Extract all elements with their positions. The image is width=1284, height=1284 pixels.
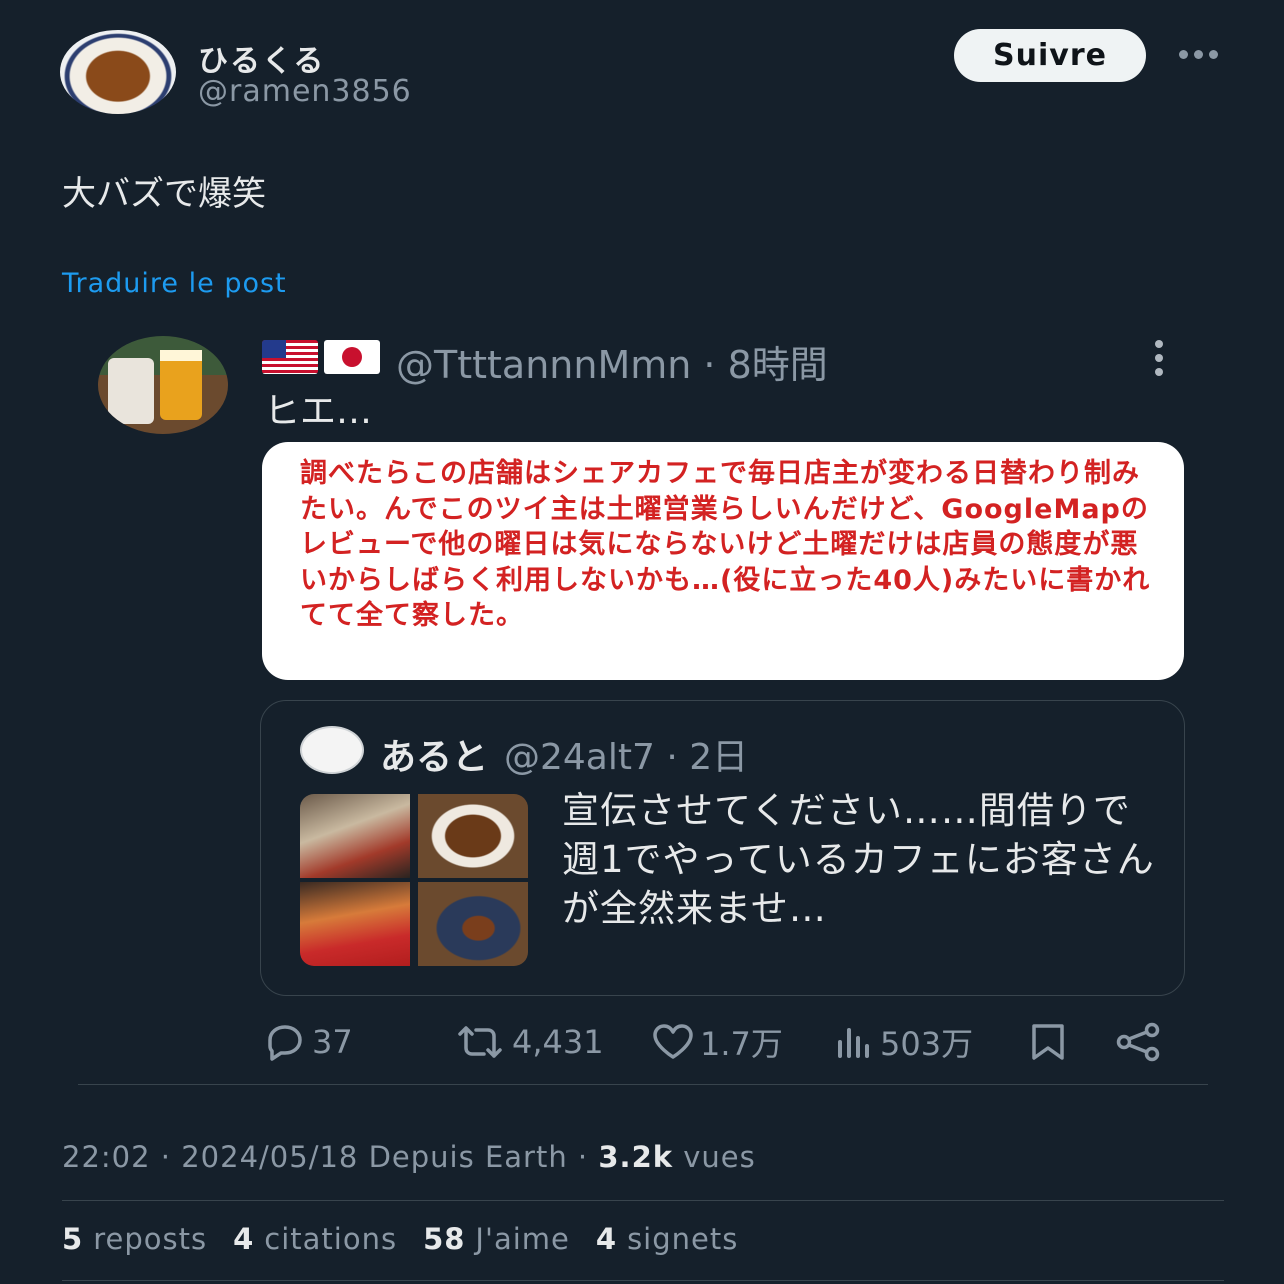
more-dot: [1193, 49, 1203, 59]
like-count: 1.7万: [700, 1025, 783, 1063]
timestamp-text: 22:02 · 2024/05/18 Depuis Earth ·: [62, 1140, 599, 1174]
divider: [62, 1200, 1224, 1201]
likes-label: J'aime: [475, 1222, 570, 1256]
embedded-handle-time: @TtttannnMmn · 8時間: [396, 343, 828, 387]
quoted-author-avatar: [300, 726, 364, 774]
media-thumbnail: [300, 882, 410, 966]
follow-button[interactable]: Suivre: [954, 29, 1146, 82]
repost-icon: [458, 1026, 502, 1058]
bookmarks-count: 4: [595, 1222, 618, 1256]
media-thumbnail: [300, 794, 410, 878]
media-thumbnail: [418, 794, 528, 878]
quotes-count: 4: [233, 1222, 255, 1256]
media-thumbnail: [418, 882, 528, 966]
reply-count: 37: [312, 1023, 353, 1061]
views-label: vues: [673, 1140, 756, 1174]
us-flag-icon: [262, 340, 318, 374]
reposts-count: 5: [62, 1222, 84, 1256]
kebab-dot: [1155, 354, 1163, 362]
views-action: 503万: [834, 1020, 973, 1064]
post-timestamp: 22:02 · 2024/05/18 Depuis Earth · 3.2k v…: [62, 1140, 756, 1174]
repost-action: 4,431: [452, 1020, 604, 1064]
kebab-dot: [1155, 368, 1163, 376]
views-total[interactable]: 3.2k: [598, 1140, 673, 1174]
reply-icon: [268, 1025, 302, 1061]
views-count: 503万: [880, 1025, 974, 1063]
beer-glass-shape: [160, 350, 202, 420]
quotes-label: citations: [264, 1222, 398, 1256]
bookmark-icon: [1032, 1024, 1064, 1060]
reposts-stat-link[interactable]: 5 reposts: [62, 1222, 207, 1256]
quoted-handle-time: @24alt7 · 2日: [504, 737, 749, 778]
note-text: 調べたらこの店舗はシェアカフェで毎日店主が変わる日替わり制みたい。んでこのツイ主…: [300, 458, 1151, 631]
more-dot: [1208, 49, 1218, 59]
bookmarks-label: signets: [627, 1222, 739, 1256]
views-bar-chart-icon: [838, 1028, 869, 1058]
author-avatar[interactable]: [60, 30, 176, 114]
share-action: [1114, 1020, 1162, 1064]
divider: [78, 1084, 1208, 1085]
embedded-more-icon: [1148, 340, 1170, 376]
kebab-dot: [1155, 340, 1163, 348]
more-dot: [1178, 49, 1188, 59]
share-icon: [1116, 1022, 1160, 1062]
engagement-stats: 5 reposts 4 citations 58 J'aime 4 signets: [62, 1222, 738, 1256]
can-shape: [108, 358, 154, 424]
translate-post-link[interactable]: Traduire le post: [62, 268, 287, 299]
reply-action: 37: [262, 1020, 353, 1064]
author-handle[interactable]: @ramen3856: [198, 74, 412, 109]
embedded-author-avatar: [98, 336, 228, 434]
quotes-stat-link[interactable]: 4 citations: [233, 1222, 397, 1256]
quoted-post-text: 宣伝させてください……間借りで週1でやっているカフェにお客さんが全然来ませ…: [562, 789, 1155, 930]
embedded-post-text: ヒエ…: [264, 391, 373, 432]
like-action: 1.7万: [650, 1020, 783, 1064]
note-image-card: 調べたらこの店舗はシェアカフェで毎日店主が変わる日替わり制みたい。んでこのツイ主…: [262, 442, 1184, 680]
likes-count: 58: [423, 1222, 466, 1256]
more-options-icon[interactable]: [1170, 36, 1226, 72]
quoted-media-grid: [300, 794, 528, 966]
bookmark-action: [1028, 1020, 1068, 1064]
post-text: 大バズで爆笑: [62, 174, 266, 214]
quoted-author-name: あると: [380, 737, 489, 778]
heart-icon: [653, 1024, 693, 1059]
divider: [62, 1280, 1224, 1281]
japan-flag-icon: [324, 340, 380, 374]
bookmarks-stat-link[interactable]: 4 signets: [596, 1222, 738, 1256]
reposts-label: reposts: [93, 1222, 208, 1256]
likes-stat-link[interactable]: 58 J'aime: [423, 1222, 570, 1256]
repost-count: 4,431: [512, 1023, 604, 1061]
